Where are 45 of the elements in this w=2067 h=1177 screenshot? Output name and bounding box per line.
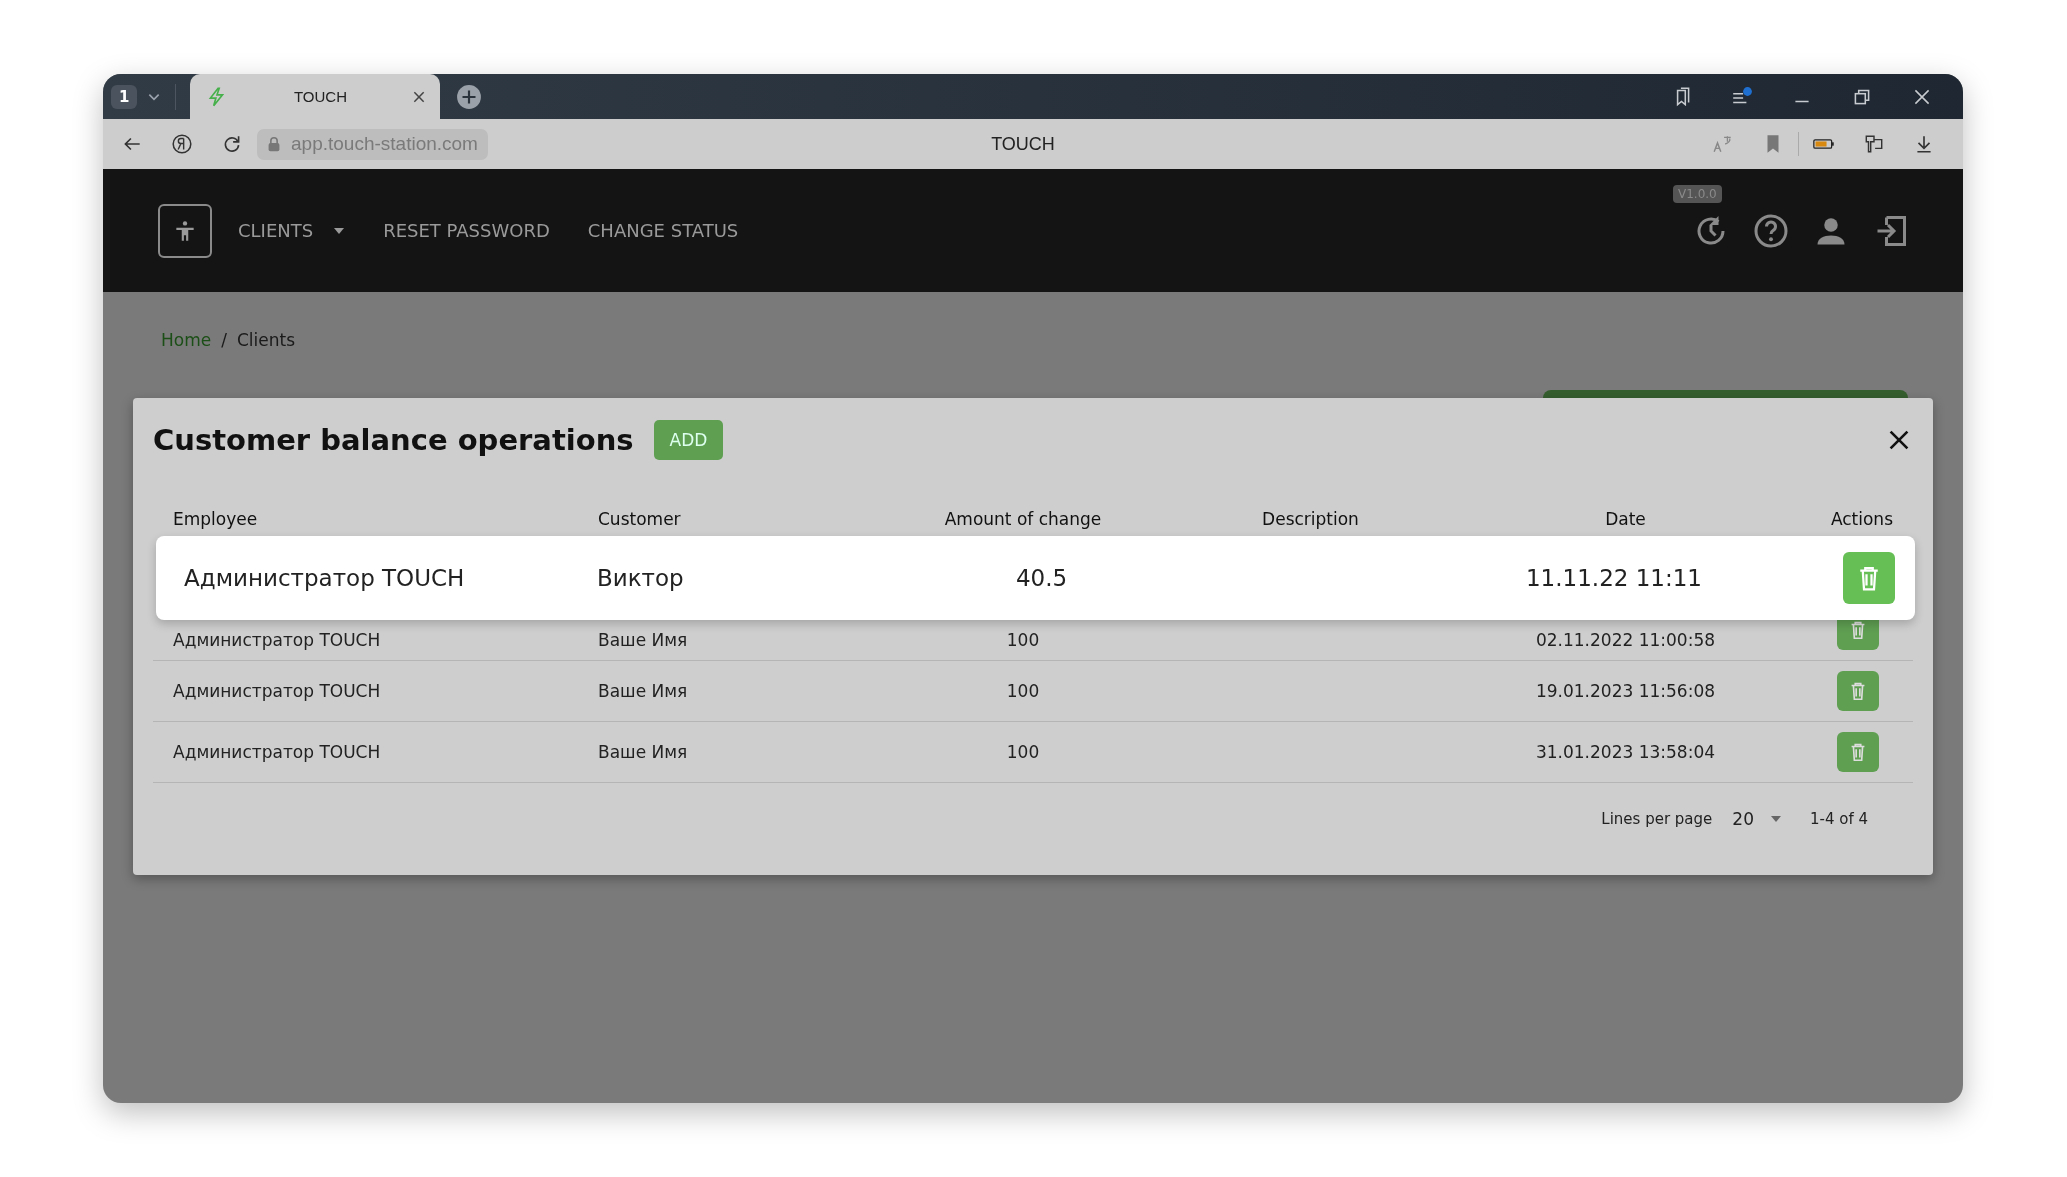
- table-cell-text: 19.01.2023 11:56:08: [1534, 681, 1717, 701]
- lines-per-page-select[interactable]: 20: [1732, 809, 1782, 829]
- column-header: Date: [1604, 509, 1647, 529]
- table-cell-text: 11.11.22 11:11: [1525, 565, 1703, 591]
- table-cell-text: Администратор TOUCH: [173, 630, 382, 650]
- plus-icon[interactable]: [456, 83, 483, 110]
- column-header: Customer: [598, 509, 682, 529]
- logo-icon[interactable]: [158, 203, 212, 258]
- nav-link[interactable]: RESET PASSWORD: [383, 220, 550, 241]
- table-cell-text: 100: [1005, 681, 1041, 701]
- table-cell-text: 100: [1005, 630, 1041, 650]
- highlighted-row[interactable]: Администратор TOUCH Виктор 40.5 11.11.22 11:11: [156, 536, 1915, 620]
- tab-counter[interactable]: 1: [111, 84, 138, 109]
- help-icon[interactable]: [1753, 212, 1789, 249]
- column-header: Employee: [173, 509, 259, 529]
- close-icon[interactable]: [1887, 428, 1911, 452]
- table-cell-text: Ваше Имя: [598, 742, 689, 762]
- table-cell-text: Администратор TOUCH: [173, 681, 382, 701]
- table-cell-text: 40.5: [1014, 565, 1069, 591]
- tab-title: TOUCH: [292, 88, 348, 105]
- browser-tab[interactable]: TOUCH: [190, 74, 441, 119]
- table-cell-text: Ваше Имя: [598, 630, 689, 650]
- table-cell-text: Ваше Имя: [598, 681, 689, 701]
- nav-link[interactable]: CHANGE STATUS: [587, 220, 739, 241]
- caret-icon: [1769, 815, 1782, 823]
- table-cell-text: 31.01.2023 13:58:04: [1534, 742, 1717, 762]
- table-cell-text: Виктор: [597, 565, 685, 591]
- table-cell-text: 100: [1005, 742, 1041, 762]
- modal-title: Customer balance operations: [153, 423, 634, 457]
- lines-per-page-label: Lines per page: [1601, 810, 1713, 828]
- circle-letter-icon[interactable]: [171, 133, 193, 155]
- extensions-icon[interactable]: [1863, 133, 1885, 155]
- table-cell-text: Администратор TOUCH: [184, 565, 466, 591]
- page-range: 1-4 of 4: [1809, 810, 1868, 828]
- nav-dropdown[interactable]: CLIENTS: [238, 220, 346, 241]
- column-header: Actions: [1829, 509, 1893, 529]
- table-cell-text: Администратор TOUCH: [173, 742, 382, 762]
- caret-icon: [333, 226, 346, 235]
- breadcrumb-separator: /: [221, 330, 227, 352]
- breadcrumb-current: Clients: [236, 330, 295, 352]
- column-header: Description: [1261, 509, 1360, 529]
- page-title: TOUCH: [991, 133, 1055, 155]
- table-cell-text: 02.11.2022 11:00:58: [1534, 630, 1717, 650]
- close-icon[interactable]: [412, 89, 427, 104]
- column-header: Amount of change: [943, 509, 1103, 529]
